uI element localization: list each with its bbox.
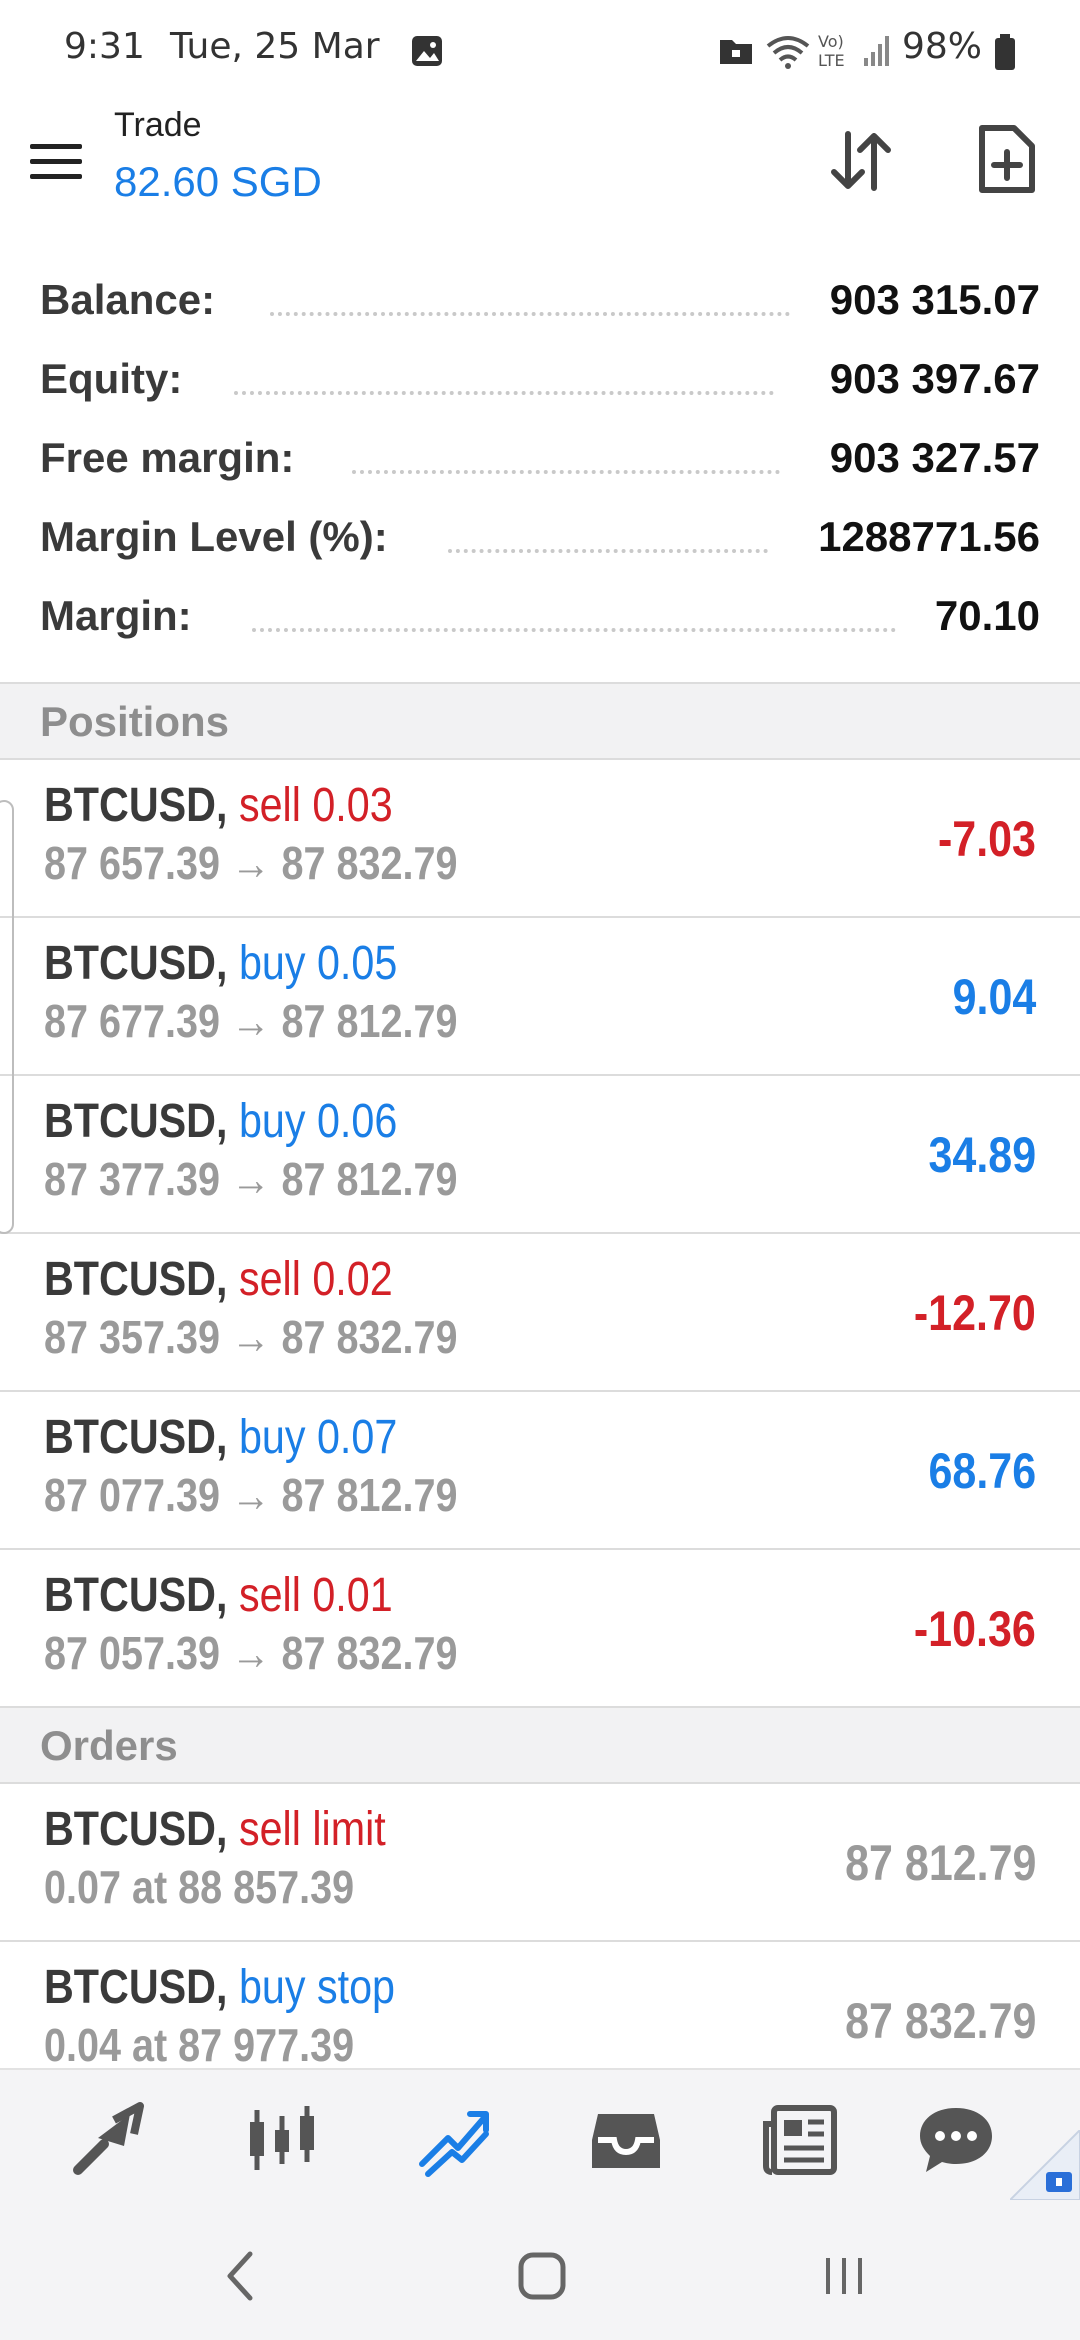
- positions-header: Positions: [0, 682, 1080, 760]
- page-title: Trade: [114, 106, 202, 144]
- battery-percent: 98%: [902, 26, 983, 67]
- summary-margin: Margin: 70.10: [40, 592, 1040, 639]
- status-date: Tue, 25 Mar: [170, 26, 380, 67]
- position-profit: -10.36: [914, 1601, 1036, 1657]
- order-price: 87 832.79: [844, 1993, 1036, 2049]
- news-icon[interactable]: [760, 2100, 840, 2180]
- folder-lock-icon: [720, 40, 752, 64]
- status-bar: 9:31 Tue, 25 Mar Vo) LTE 98%: [0, 0, 1080, 100]
- order-row[interactable]: BTCUSD, buy stop 0.04 at 87 977.39 87 83…: [0, 1942, 1080, 2068]
- home-icon[interactable]: [516, 2250, 568, 2302]
- chart-icon[interactable]: [242, 2100, 322, 2180]
- account-summary: Balance: 903 315.07 Equity: 903 397.67 F…: [0, 262, 1080, 682]
- position-profit: 9.04: [952, 969, 1036, 1025]
- back-icon[interactable]: [220, 2248, 260, 2304]
- signal-icon: [864, 36, 889, 66]
- position-row[interactable]: BTCUSD, sell 0.03 87 657.39 → 87 832.79 …: [0, 760, 1080, 918]
- bottom-nav: [0, 2068, 1080, 2210]
- floating-lock-icon[interactable]: [1010, 2130, 1080, 2200]
- history-icon[interactable]: [586, 2100, 666, 2180]
- position-row[interactable]: BTCUSD, buy 0.06 87 377.39 → 87 812.79 3…: [0, 1076, 1080, 1234]
- new-order-icon[interactable]: [976, 124, 1038, 196]
- battery-icon: [995, 34, 1015, 70]
- quotes-icon[interactable]: [68, 2100, 148, 2180]
- position-row[interactable]: BTCUSD, buy 0.07 87 077.39 → 87 812.79 6…: [0, 1392, 1080, 1550]
- position-row[interactable]: BTCUSD, buy 0.05 87 677.39 → 87 812.79 9…: [0, 918, 1080, 1076]
- image-icon: [412, 36, 442, 66]
- system-nav-bar: [0, 2208, 1080, 2340]
- sort-arrows-icon[interactable]: [826, 126, 896, 196]
- summary-free-margin: Free margin: 903 327.57: [40, 434, 1040, 481]
- position-profit: 68.76: [928, 1443, 1036, 1499]
- summary-balance: Balance: 903 315.07: [40, 276, 1040, 323]
- order-row[interactable]: BTCUSD, sell limit 0.07 at 88 857.39 87 …: [0, 1784, 1080, 1942]
- menu-icon[interactable]: [30, 142, 82, 182]
- position-profit: -12.70: [914, 1285, 1036, 1341]
- position-row[interactable]: BTCUSD, sell 0.01 87 057.39 → 87 832.79 …: [0, 1550, 1080, 1708]
- recents-icon[interactable]: [820, 2252, 868, 2300]
- volte-icon: Vo)LTE: [818, 32, 845, 70]
- svg-text:LTE: LTE: [818, 51, 845, 70]
- app-bar: Trade 82.60 SGD: [0, 100, 1080, 260]
- position-profit: -7.03: [937, 811, 1036, 867]
- order-price: 87 812.79: [844, 1835, 1036, 1891]
- trade-icon[interactable]: [414, 2100, 494, 2180]
- position-row[interactable]: BTCUSD, sell 0.02 87 357.39 → 87 832.79 …: [0, 1234, 1080, 1392]
- summary-margin-level: Margin Level (%): 1288771.56: [40, 513, 1040, 560]
- position-profit: 34.89: [928, 1127, 1036, 1183]
- orders-header: Orders: [0, 1706, 1080, 1784]
- edge-panel-handle[interactable]: [0, 800, 14, 1234]
- wifi-icon: [766, 36, 810, 69]
- account-value: 82.60 SGD: [114, 158, 322, 205]
- messages-icon[interactable]: [916, 2100, 996, 2180]
- svg-text:Vo): Vo): [818, 32, 844, 51]
- summary-equity: Equity: 903 397.67: [40, 355, 1040, 402]
- status-time: 9:31: [64, 26, 145, 67]
